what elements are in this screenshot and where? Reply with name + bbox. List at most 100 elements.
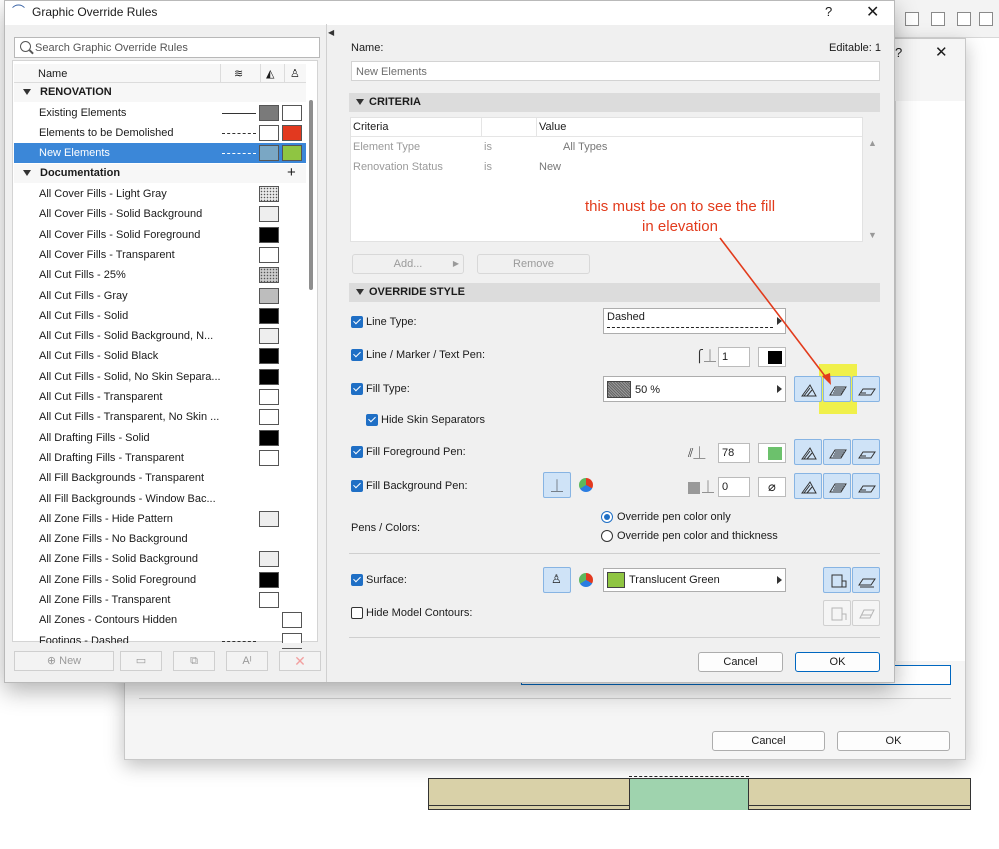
rule-row[interactable]: All Cut Fills - Solid Background, N... <box>14 326 306 346</box>
rule-row[interactable]: All Cut Fills - Gray <box>14 286 306 306</box>
fill-bg-pen-number[interactable]: 0 <box>718 477 750 497</box>
rule-row[interactable]: All Cover Fills - Light Gray <box>14 184 306 204</box>
panel-divider[interactable] <box>326 24 327 682</box>
rule-row[interactable]: Existing Elements <box>14 103 306 123</box>
operator-cell: is <box>484 161 492 173</box>
rule-row[interactable]: All Zone Fills - No Background <box>14 529 306 549</box>
rule-row[interactable]: All Cover Fills - Solid Foreground <box>14 225 306 245</box>
criteria-scroll-down-icon[interactable]: ▼ <box>868 230 877 240</box>
surface-column-icon[interactable]: ♙ <box>290 67 300 80</box>
surface-checkbox[interactable] <box>351 574 363 586</box>
hide-skin-separators-label: Hide Skin Separators <box>381 414 485 426</box>
rule-row[interactable]: Elements to be Demolished <box>14 123 306 143</box>
fill-fg-pen-checkbox[interactable] <box>351 446 363 458</box>
fg-cover-fill-toggle[interactable] <box>852 439 880 465</box>
new-folder-button[interactable]: ▭ <box>120 651 162 671</box>
background-cancel-button[interactable]: Cancel <box>712 731 825 751</box>
rule-row[interactable]: All Cover Fills - Transparent <box>14 245 306 265</box>
contours-toggle-2[interactable] <box>852 600 880 626</box>
surface-override-toggle-2[interactable] <box>852 567 880 593</box>
annotation-line: this must be on to see the fill <box>584 198 776 215</box>
duplicate-button[interactable]: ⧉ <box>173 651 215 671</box>
rule-row[interactable]: All Zones - Contours Hidden <box>14 610 306 630</box>
column-name[interactable]: Name <box>38 68 67 80</box>
fill-fg-pen-number[interactable]: 78 <box>718 443 750 463</box>
rule-row[interactable]: All Fill Backgrounds - Transparent <box>14 468 306 488</box>
rule-row[interactable]: All Cover Fills - Solid Background <box>14 204 306 224</box>
line-pen-checkbox[interactable] <box>351 349 363 361</box>
background-help-button[interactable]: ? <box>895 45 902 60</box>
layout-icon[interactable] <box>905 12 919 26</box>
rule-row[interactable]: All Cut Fills - Transparent, No Skin ... <box>14 407 306 427</box>
background-ok-button[interactable]: OK <box>837 731 950 751</box>
list-scrollbar[interactable] <box>309 100 313 290</box>
collapse-caret-icon[interactable] <box>23 89 31 95</box>
criteria-section-header[interactable]: CRITERIA <box>349 93 880 112</box>
hide-skin-separators-checkbox[interactable] <box>366 414 378 426</box>
panel-icon[interactable] <box>979 12 993 26</box>
fill-column-icon[interactable]: ◭ <box>266 67 274 80</box>
color-wheel-icon[interactable] <box>579 573 593 587</box>
fill-type-checkbox[interactable] <box>351 383 363 395</box>
criteria-scroll-up-icon[interactable]: ▲ <box>868 138 877 148</box>
rename-button[interactable]: Aᴵ <box>226 651 268 671</box>
fill-fg-pen-color-picker[interactable] <box>758 443 786 463</box>
fg-surface-fill-toggle[interactable] <box>823 439 851 465</box>
line-type-checkbox[interactable] <box>351 316 363 328</box>
contours-toggle-1[interactable] <box>823 600 851 626</box>
override-color-only-radio[interactable] <box>601 511 613 523</box>
rule-row[interactable]: All Cut Fills - Transparent <box>14 387 306 407</box>
background-close-button[interactable]: ✕ <box>935 43 948 61</box>
search-input[interactable]: Search Graphic Override Rules <box>14 37 320 58</box>
rule-row[interactable]: All Zone Fills - Transparent <box>14 590 306 610</box>
rule-row[interactable]: All Cut Fills - Solid, No Skin Separa... <box>14 367 306 387</box>
cancel-button[interactable]: Cancel <box>698 652 783 672</box>
rule-row[interactable]: All Zone Fills - Solid Foreground <box>14 570 306 590</box>
rule-row[interactable]: All Fill Backgrounds - Window Bac... <box>14 489 306 509</box>
group-documentation[interactable]: Documentation + <box>14 164 306 183</box>
remove-criteria-button[interactable]: Remove <box>477 254 590 274</box>
collapse-panel-icon[interactable]: ◀ <box>328 28 334 37</box>
color-wheel-icon[interactable] <box>579 478 593 492</box>
criteria-row[interactable]: Element Type is All Types <box>351 138 862 158</box>
help-button[interactable]: ? <box>825 4 832 19</box>
bg-surface-fill-toggle[interactable] <box>823 473 851 499</box>
override-color-thickness-radio[interactable] <box>601 530 613 542</box>
view-icon[interactable] <box>931 12 945 26</box>
rule-row[interactable]: All Cut Fills - 25% <box>14 265 306 285</box>
group-renovation[interactable]: RENOVATION <box>14 83 306 102</box>
collapse-caret-icon[interactable] <box>23 170 31 176</box>
delete-button[interactable]: ✕ <box>279 651 321 671</box>
rule-name: All Cover Fills - Light Gray <box>39 188 167 200</box>
close-button[interactable]: ✕ <box>866 2 879 22</box>
rule-row[interactable]: All Zone Fills - Hide Pattern <box>14 509 306 529</box>
rule-row[interactable]: All Cut Fills - Solid Black <box>14 346 306 366</box>
ok-button[interactable]: OK <box>795 652 880 672</box>
window-icon[interactable] <box>957 12 971 26</box>
add-criteria-button[interactable]: Add... ▶ <box>352 254 464 274</box>
rule-row[interactable]: All Cut Fills - Solid <box>14 306 306 326</box>
rule-row[interactable]: New Elements <box>14 143 306 163</box>
new-rule-button[interactable]: ⊕ New <box>14 651 114 671</box>
bg-cut-fill-toggle[interactable] <box>794 473 822 499</box>
bg-pen-toggle[interactable]: ⏊ <box>543 472 571 498</box>
bg-cover-fill-toggle[interactable] <box>852 473 880 499</box>
rule-row[interactable]: All Zone Fills - Solid Background <box>14 549 306 569</box>
rule-name-field[interactable]: New Elements <box>351 61 880 81</box>
hide-contours-checkbox[interactable] <box>351 607 363 619</box>
line-type-column-icon[interactable]: ≋ <box>234 67 243 80</box>
rule-row[interactable]: All Drafting Fills - Transparent <box>14 448 306 468</box>
surface-dropdown[interactable]: Translucent Green <box>603 568 786 592</box>
cover-fill-toggle[interactable] <box>852 376 880 402</box>
surface-override-toggle-1[interactable] <box>823 567 851 593</box>
fg-cut-fill-toggle[interactable] <box>794 439 822 465</box>
criteria-row[interactable]: Renovation Status is New <box>351 158 862 178</box>
fill-swatch <box>259 246 279 263</box>
criteria-column-header: Criteria <box>353 121 389 133</box>
fill-bg-pen-checkbox[interactable] <box>351 480 363 492</box>
add-rule-icon[interactable]: + <box>287 164 296 181</box>
fill-bg-pen-color-picker[interactable]: ⌀ <box>758 477 786 497</box>
rule-row[interactable]: All Drafting Fills - Solid <box>14 428 306 448</box>
surface-pen-toggle[interactable]: ♙ <box>543 567 571 593</box>
rule-name: All Drafting Fills - Transparent <box>39 451 184 464</box>
